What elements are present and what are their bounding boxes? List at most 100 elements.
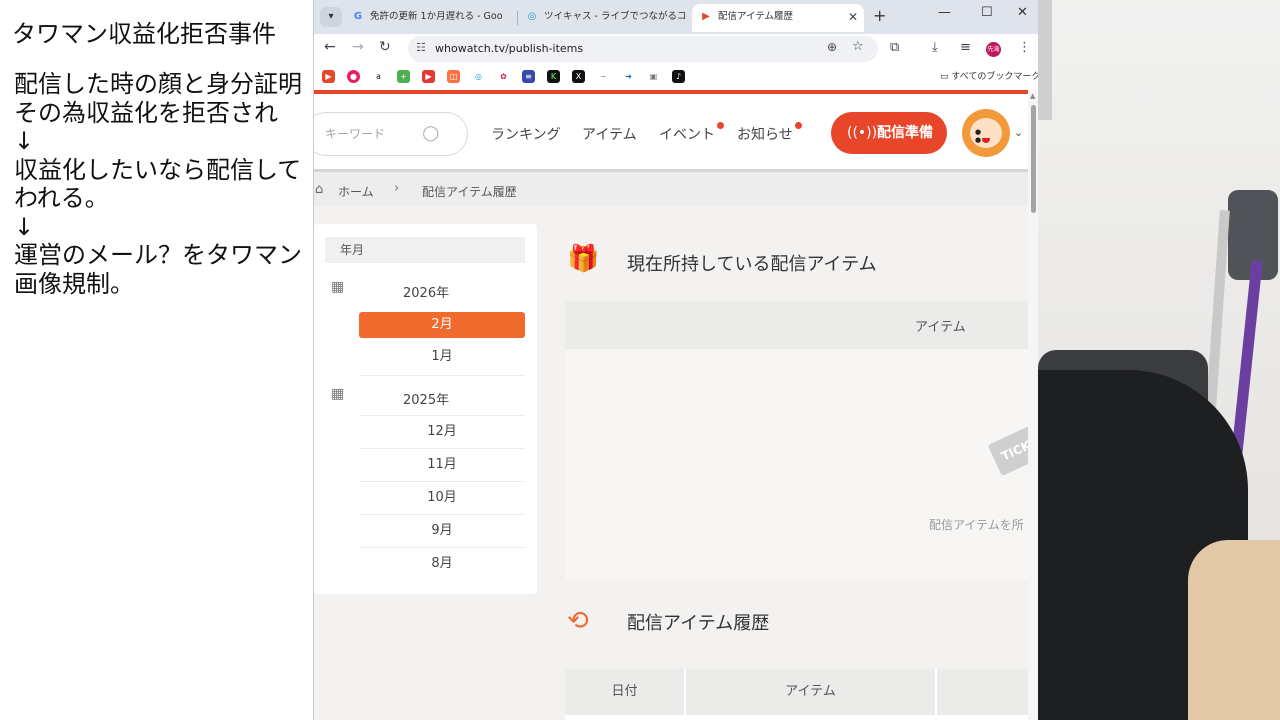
bookmark-twitcasting-icon[interactable]: ◎: [472, 70, 485, 83]
scroll-up-icon[interactable]: ▲: [1030, 92, 1035, 100]
site-header: キーワード ○ ランキング アイテム イベント お知らせ ((•)) 配信準備 …: [314, 90, 1028, 172]
browser-toolbar: ← → ↻ ☷ whowatch.tv/publish-items ⊕ ☆ ⧉ …: [314, 34, 1038, 64]
year-label: 2026年: [403, 286, 450, 301]
extensions-icon[interactable]: ⧉: [890, 40, 899, 55]
bookmark-youtube-icon[interactable]: ▶: [422, 70, 435, 83]
search-input[interactable]: キーワード ○: [314, 112, 468, 156]
divider: [359, 481, 525, 482]
back-icon[interactable]: ←: [324, 39, 336, 55]
page-content: キーワード ○ ランキング アイテム イベント お知らせ ((•)) 配信準備 …: [314, 90, 1028, 720]
live-prep-button[interactable]: ((•)) 配信準備: [831, 112, 947, 154]
download-icon[interactable]: ⤓: [932, 40, 938, 55]
breadcrumb: ⌂ ホーム › 配信アイテム履歴: [314, 172, 1028, 206]
minimize-icon[interactable]: —: [938, 5, 951, 20]
webcam-cloth: [1188, 540, 1280, 720]
column-item: アイテム: [686, 669, 935, 715]
site-info-icon[interactable]: ☷: [416, 41, 426, 54]
twitcasting-icon: ◎: [527, 11, 537, 22]
column-extra: [937, 669, 1028, 715]
bookmark-kick-icon[interactable]: K: [547, 70, 560, 83]
home-icon[interactable]: ⌂: [315, 182, 323, 197]
tab-label: ツイキャス - ライブでつながるコミュ: [544, 11, 688, 22]
nav-events[interactable]: イベント: [659, 124, 715, 144]
breadcrumb-home[interactable]: ホーム: [338, 183, 374, 200]
bookmarks-folder[interactable]: ▭ すべてのブックマーク: [940, 69, 1038, 82]
month-item[interactable]: 9月: [359, 518, 525, 544]
current-items-table: アイテム TICK 配信アイテムを所: [565, 301, 1028, 581]
bookmark-arrow-icon[interactable]: ➜: [622, 70, 635, 83]
month-item[interactable]: 12月: [359, 419, 525, 445]
tab-label: 配信アイテム履歴: [718, 11, 794, 22]
caption-lines: 配信した時の顔と身分証明 その為収益化を拒否され ↓ 収益化したいなら配信して …: [14, 70, 302, 298]
tab-google[interactable]: G 免許の更新 1か月遅れる - Goo: [344, 4, 516, 32]
tab-twitcasting[interactable]: ◎ ツイキャス - ライブでつながるコミュ: [518, 4, 688, 32]
google-icon: G: [353, 11, 363, 22]
maximize-icon[interactable]: ☐: [981, 5, 993, 20]
reload-icon[interactable]: ↻: [379, 39, 391, 55]
bookmark-image-icon[interactable]: ▣: [647, 70, 660, 83]
chevron-down-icon[interactable]: ⌄: [1014, 126, 1023, 139]
search-icon[interactable]: ○: [422, 120, 439, 144]
bookmark-star-icon[interactable]: ☆: [852, 39, 864, 54]
address-bar[interactable]: ☷ whowatch.tv/publish-items ⊕ ☆: [408, 36, 878, 62]
zoom-icon[interactable]: ⊕: [827, 40, 837, 54]
month-item[interactable]: 11月: [359, 452, 525, 478]
bookmark-wave-icon[interactable]: ~: [597, 70, 610, 83]
webcam-feed: [1038, 0, 1280, 720]
bookmark-x-icon[interactable]: X: [572, 70, 585, 83]
notification-dot: [795, 122, 802, 129]
bookmarks-bar: ▶ ● a + ▶ ◫ ◎ ✿ ≡ K X ~ ➜ ▣ ♪ ▭ すべてのブックマ…: [314, 64, 1038, 90]
bookmark-tiktok-icon[interactable]: ♪: [672, 70, 685, 83]
profile-avatar[interactable]: 先滝: [986, 42, 1001, 57]
column-item: アイテム: [915, 320, 966, 335]
webcam-wall: [1038, 0, 1052, 120]
year-row-2026[interactable]: ▦ 2026年: [325, 272, 525, 306]
forward-icon[interactable]: →: [352, 39, 364, 55]
month-item[interactable]: 8月: [359, 551, 525, 577]
nav-items[interactable]: アイテム: [582, 124, 637, 144]
calendar-icon: ▦: [331, 279, 345, 295]
bookmark-rss-icon[interactable]: ◫: [447, 70, 460, 83]
scrollbar[interactable]: ▲: [1028, 90, 1038, 720]
bookmark-record-icon[interactable]: ●: [347, 70, 360, 83]
month-item-selected[interactable]: 2月: [359, 312, 525, 338]
close-icon[interactable]: ✕: [848, 4, 858, 30]
ticket-image: TICK: [987, 419, 1028, 477]
month-item[interactable]: 10月: [359, 485, 525, 511]
divider: [359, 415, 525, 416]
tab-label: 免許の更新 1か月遅れる - Goo: [370, 11, 503, 22]
menu-icon[interactable]: ⋮: [1018, 40, 1031, 55]
year-row-2025[interactable]: ▦ 2025年: [325, 379, 525, 413]
breadcrumb-current: 配信アイテム履歴: [422, 185, 517, 199]
divider: [359, 375, 525, 376]
tab-search-icon[interactable]: ▾: [320, 7, 342, 27]
tab-publish-items[interactable]: ▶ 配信アイテム履歴 ✕: [692, 4, 864, 32]
caption-line: その為収益化を拒否され: [14, 98, 278, 127]
history-table: 日付 アイテム: [565, 669, 1028, 720]
bookmark-flower-icon[interactable]: ✿: [497, 70, 510, 83]
url-text: whowatch.tv/publish-items: [435, 42, 584, 55]
nav-ranking[interactable]: ランキング: [491, 124, 561, 144]
month-sidebar: 年月 ▦ 2026年 2月 1月 ▦ 2025年 12月 11月 10月 9月 …: [314, 224, 537, 594]
tab-strip: ▾ G 免許の更新 1か月遅れる - Goo ◎ ツイキャス - ライブでつなが…: [314, 0, 1038, 34]
month-item[interactable]: 1月: [359, 344, 525, 370]
user-avatar[interactable]: ● ●: [962, 109, 1010, 157]
bookmarks-folder-label: すべてのブックマーク: [951, 72, 1038, 82]
nav-news[interactable]: お知らせ: [737, 124, 793, 144]
table-header: アイテム: [565, 301, 1028, 349]
divider: [359, 514, 525, 515]
bookmark-amazon-icon[interactable]: a: [372, 70, 385, 83]
bookmark-whowatch-icon[interactable]: ▶: [322, 70, 335, 83]
bookmark-list-icon[interactable]: ≡: [522, 70, 535, 83]
column-date: 日付: [565, 669, 684, 715]
browser-window: ▾ G 免許の更新 1か月遅れる - Goo ◎ ツイキャス - ライブでつなが…: [313, 0, 1038, 720]
new-tab-icon[interactable]: +: [873, 6, 886, 25]
caption-line: ↓: [14, 212, 35, 241]
gift-icon: 🎁: [567, 244, 600, 274]
media-icon[interactable]: ≡: [960, 40, 971, 55]
scroll-thumb[interactable]: [1031, 105, 1036, 213]
history-title: 配信アイテム履歴: [627, 613, 770, 634]
avatar-eyes: ● ●: [975, 128, 987, 144]
window-close-icon[interactable]: ✕: [1017, 5, 1028, 20]
bookmark-plus-icon[interactable]: +: [397, 70, 410, 83]
